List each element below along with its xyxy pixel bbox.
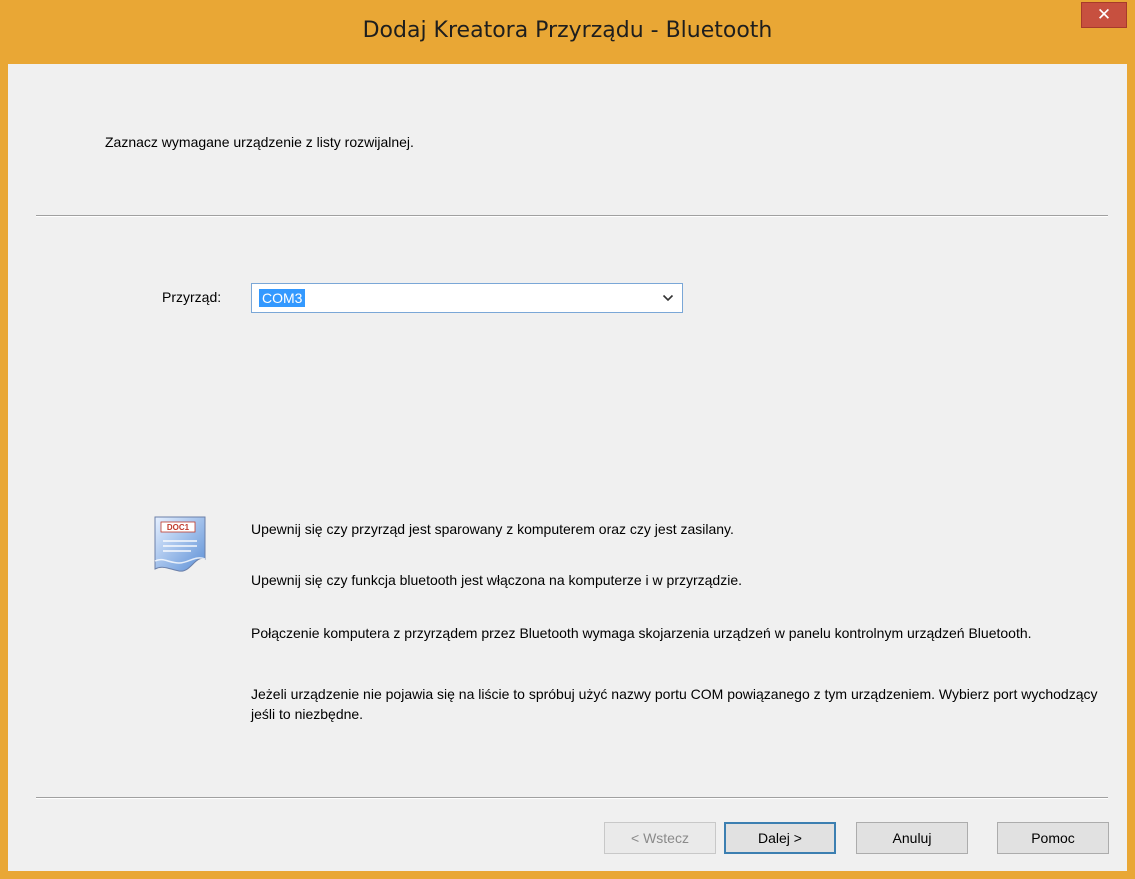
instruction-text: Zaznacz wymagane urządzenie z listy rozw…	[105, 134, 414, 150]
document-icon: DOC1	[154, 516, 206, 572]
wizard-header: Zaznacz wymagane urządzenie z listy rozw…	[8, 64, 1127, 215]
window-title: Dodaj Kreatora Przyrządu - Bluetooth	[362, 18, 773, 43]
info-text-2: Upewnij się czy funkcja bluetooth jest w…	[251, 572, 743, 588]
header-separator	[36, 215, 1108, 217]
close-button[interactable]: ✕	[1081, 2, 1127, 28]
help-button[interactable]: Pomoc	[997, 822, 1109, 854]
title-bar[interactable]: Dodaj Kreatora Przyrządu - Bluetooth ✕	[0, 0, 1135, 64]
info-text-1: Upewnij się czy przyrząd jest sparowany …	[251, 521, 734, 537]
info-text-3: Połączenie komputera z przyrządem przez …	[251, 625, 1032, 641]
footer-separator	[36, 797, 1108, 799]
info-text-4: Jeżeli urządzenie nie pojawia się na liś…	[251, 686, 1098, 722]
wizard-client-area: Zaznacz wymagane urządzenie z listy rozw…	[8, 64, 1127, 871]
back-button[interactable]: < Wstecz	[604, 822, 716, 854]
next-button[interactable]: Dalej >	[724, 822, 836, 854]
device-selected-value: COM3	[259, 289, 306, 307]
document-icon-caption: DOC1	[167, 523, 190, 532]
device-dropdown[interactable]: COM3	[251, 283, 683, 313]
cancel-button[interactable]: Anuluj	[856, 822, 968, 854]
chevron-down-icon[interactable]	[662, 292, 674, 304]
device-label: Przyrząd:	[162, 289, 222, 305]
wizard-window: Dodaj Kreatora Przyrządu - Bluetooth ✕ Z…	[0, 0, 1135, 879]
close-icon: ✕	[1096, 5, 1112, 24]
